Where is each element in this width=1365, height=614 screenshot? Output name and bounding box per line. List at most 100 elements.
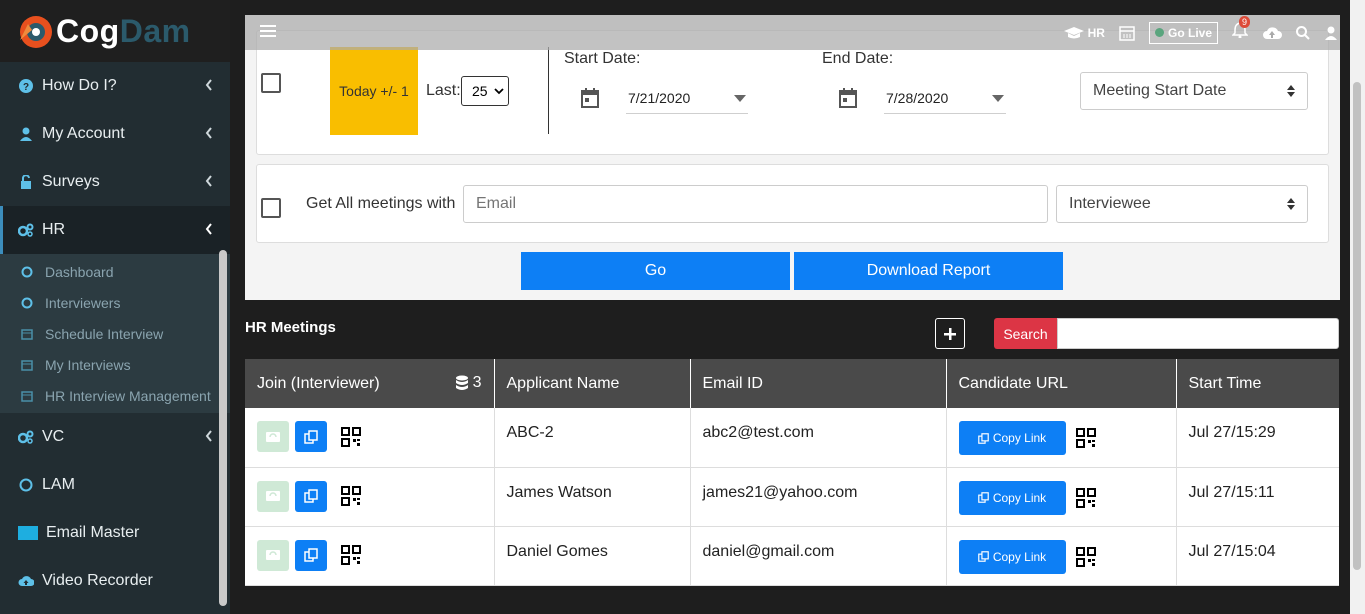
calendar-icon[interactable] (839, 88, 857, 108)
today-button[interactable]: Today +/- 1 (330, 47, 418, 135)
column-header-applicant[interactable]: Applicant Name (494, 359, 691, 408)
cloud-upload-icon[interactable] (1262, 25, 1282, 41)
search-input[interactable] (1057, 318, 1339, 349)
sidebar-subitem-hr-interview-management[interactable]: HR Interview Management (0, 380, 230, 411)
column-header-email[interactable]: Email ID (690, 359, 947, 408)
table-row: ABC-2 abc2@test.com Copy Link Jul 27/15:… (245, 408, 1339, 468)
email-input[interactable] (463, 185, 1048, 223)
sidebar-item-video-recorder[interactable]: Video Recorder (0, 557, 230, 605)
sidebar-item-my-account[interactable]: My Account (0, 110, 230, 158)
caret-down-icon[interactable] (734, 95, 746, 102)
end-date-input[interactable]: 7/28/2020 (884, 82, 1006, 114)
circle-icon (20, 265, 34, 279)
sidebar-item-label: LAM (42, 476, 75, 493)
copy-join-link-button[interactable] (295, 480, 327, 512)
start-time-cell: Jul 27/15:04 (1176, 526, 1339, 586)
calendar-icon[interactable] (581, 88, 599, 108)
column-header-candidate-url[interactable]: Candidate URL (946, 359, 1177, 408)
qr-code-icon[interactable] (1075, 428, 1096, 448)
copy-join-link-button[interactable] (295, 421, 327, 452)
search-button[interactable]: Search (994, 318, 1057, 349)
rejoin-button[interactable] (257, 421, 289, 452)
add-meeting-button[interactable] (935, 318, 965, 349)
page-scrollbar-thumb[interactable] (1353, 82, 1361, 570)
candidate-url-cell: Copy Link (946, 526, 1177, 586)
go-button[interactable]: Go (521, 252, 790, 290)
rejoin-button[interactable] (257, 539, 289, 571)
qr-code-icon[interactable] (341, 426, 361, 447)
qr-code-icon[interactable] (341, 545, 361, 565)
sidebar-item-surveys[interactable]: Surveys (0, 158, 230, 206)
chevron-down-icon (205, 223, 212, 235)
unlock-icon (18, 174, 34, 190)
chevron-left-icon (205, 79, 212, 91)
calendar-icon (20, 358, 34, 372)
meetings-table: Join (Interviewer) 3 Applicant Name Emai… (245, 359, 1339, 586)
download-report-button[interactable]: Download Report (794, 252, 1063, 290)
table-header-row: Join (Interviewer) 3 Applicant Name Emai… (245, 359, 1339, 408)
column-header-join[interactable]: Join (Interviewer) 3 (245, 359, 495, 408)
applicant-cell: Daniel Gomes (494, 526, 691, 586)
copy-link-button[interactable]: Copy Link (958, 480, 1066, 515)
sidebar-subitem-label: Interviewers (45, 294, 121, 311)
sidebar-subitem-schedule-interview[interactable]: Schedule Interview (0, 318, 230, 349)
sidebar-item-email-master[interactable]: Email Master (0, 509, 230, 557)
sidebar-item-hr[interactable]: HR (0, 206, 230, 254)
copy-link-button[interactable]: Copy Link (958, 421, 1066, 455)
sidebar-item-label: HR (42, 221, 66, 238)
sidebar-subitem-label: HR Interview Management (45, 387, 211, 404)
rejoin-button[interactable] (257, 480, 289, 512)
sidebar: CogDam ? How Do I? My Account Surveys HR… (0, 0, 230, 614)
start-date-value: 7/21/2020 (628, 89, 691, 106)
sidebar-scrollbar[interactable] (219, 250, 227, 606)
email-cell: james21@yahoo.com (690, 467, 947, 527)
hr-menu-label: HR (1087, 25, 1105, 40)
hr-menu[interactable]: HR (1063, 25, 1105, 40)
brand-name: CogDam (56, 12, 191, 49)
meeting-count: 3 (455, 374, 482, 392)
caret-down-icon[interactable] (992, 95, 1004, 102)
user-icon[interactable] (1324, 26, 1338, 40)
qr-code-icon[interactable] (1075, 487, 1096, 508)
search-icon[interactable] (1296, 25, 1310, 40)
column-header-start-time[interactable]: Start Time (1176, 359, 1339, 408)
logo-camera-icon (20, 16, 52, 48)
copy-icon (978, 492, 989, 503)
select-arrows-icon (1287, 85, 1295, 97)
sidebar-subitem-label: Schedule Interview (45, 325, 164, 342)
calendar-icon[interactable] (1119, 25, 1135, 41)
chevron-left-icon (205, 127, 212, 139)
role-select[interactable]: Interviewee (1056, 185, 1308, 223)
svg-text:?: ? (23, 82, 29, 93)
sidebar-item-lam[interactable]: LAM (0, 461, 230, 509)
notifications[interactable]: 9 (1231, 16, 1251, 43)
brand-logo[interactable]: CogDam (0, 0, 230, 62)
hr-meetings-title: HR Meetings (245, 319, 336, 336)
date-filter-checkbox[interactable] (261, 73, 281, 93)
start-time-cell: Jul 27/15:11 (1176, 467, 1339, 527)
start-date-input[interactable]: 7/21/2020 (626, 82, 748, 114)
refresh-icon (266, 491, 280, 501)
date-type-select[interactable]: Meeting Start Date (1080, 72, 1308, 110)
table-row: Daniel Gomes daniel@gmail.com Copy Link … (245, 526, 1339, 586)
last-select[interactable]: 25 (461, 76, 509, 106)
last-select-value: 25 (472, 83, 488, 99)
copy-link-button[interactable]: Copy Link (958, 539, 1066, 574)
question-circle-icon: ? (18, 78, 34, 94)
qr-code-icon[interactable] (1075, 546, 1096, 567)
go-live-button[interactable]: Go Live (1148, 21, 1218, 44)
select-arrows-icon (1287, 198, 1295, 210)
copy-join-link-button[interactable] (295, 539, 327, 571)
join-cell (245, 526, 495, 586)
hamburger-menu-icon[interactable] (260, 24, 276, 38)
sidebar-item-how-do-i[interactable]: ? How Do I? (0, 62, 230, 110)
sidebar-subitem-my-interviews[interactable]: My Interviews (0, 349, 230, 380)
top-navbar: HR Go Live 9 (245, 15, 1340, 50)
sidebar-item-vc[interactable]: VC (0, 413, 230, 461)
email-filter-checkbox[interactable] (261, 198, 281, 218)
sidebar-item-label: How Do I? (42, 77, 117, 94)
sidebar-subitem-dashboard[interactable]: Dashboard (0, 256, 230, 287)
circle-icon (18, 477, 34, 493)
qr-code-icon[interactable] (341, 486, 361, 506)
sidebar-subitem-interviewers[interactable]: Interviewers (0, 287, 230, 318)
